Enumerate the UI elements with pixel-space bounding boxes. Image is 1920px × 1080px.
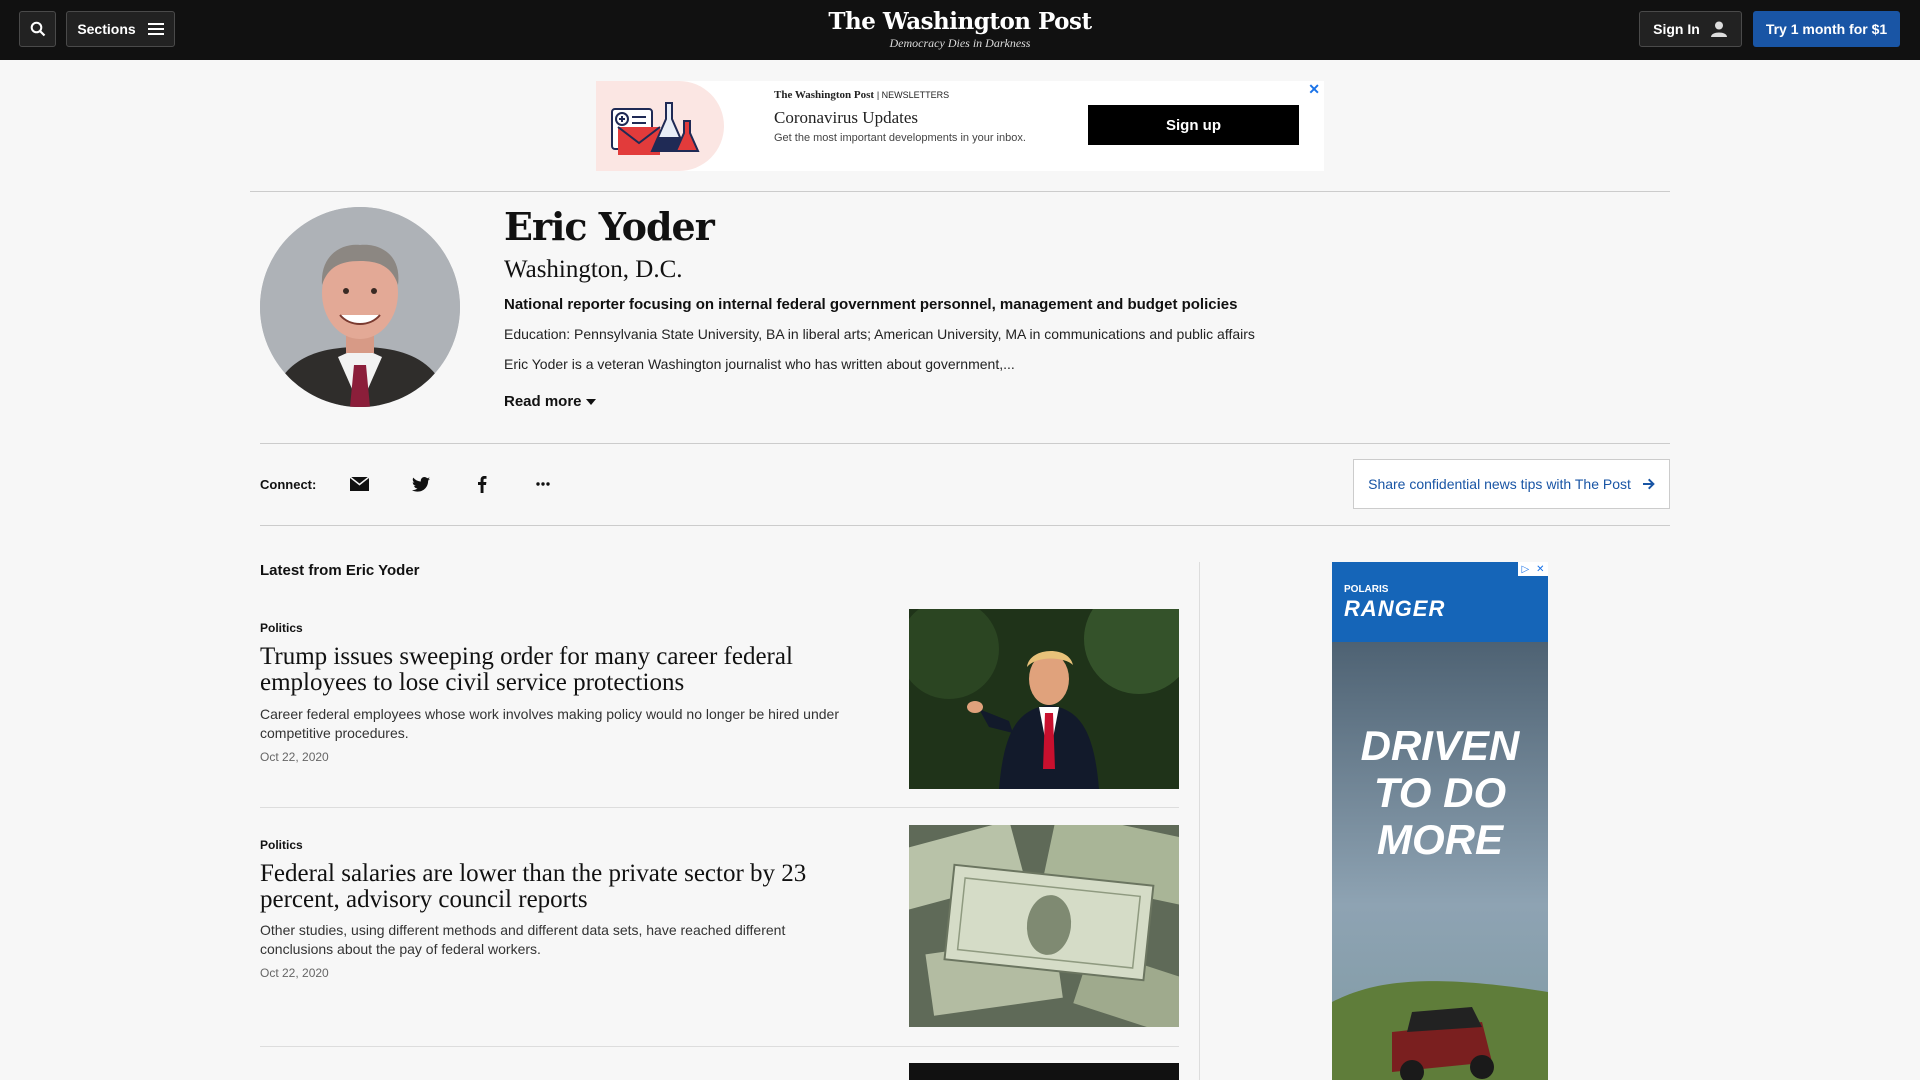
divider: [260, 807, 1179, 808]
search-icon: [30, 21, 45, 37]
article-kicker[interactable]: Politics: [260, 621, 303, 635]
hamburger-menu-icon: [147, 23, 164, 35]
article-date: Oct 22, 2020: [260, 750, 329, 764]
ellipsis-icon: [536, 482, 550, 486]
site-logo[interactable]: The Washington Post: [810, 8, 1110, 36]
newsletter-ad-banner[interactable]: The Washington Post | NEWSLETTERS Corona…: [596, 81, 1324, 171]
author-bio: Eric Yoder is a veteran Washington journ…: [504, 356, 1015, 372]
article-kicker[interactable]: Politics: [260, 838, 303, 852]
newsletter-illustration: [596, 81, 724, 171]
article-blurb: Other studies, using different methods a…: [260, 922, 786, 957]
twitter-share-button[interactable]: [410, 473, 432, 495]
article-card[interactable]: Politics Federal salaries are lower than…: [260, 825, 1179, 1035]
ad-copy: DRIVEN TO DO MORE: [1360, 722, 1520, 863]
ad-brand: POLARIS: [1344, 584, 1389, 595]
article-date: Oct 22, 2020: [260, 966, 329, 980]
author-role: National reporter focusing on internal f…: [504, 296, 1238, 313]
newsletter-sign-up-button[interactable]: Sign up: [1088, 105, 1299, 145]
divider: [260, 443, 1670, 444]
site-tagline: Democracy Dies in Darkness: [889, 36, 1031, 50]
newsletter-brand: The Washington Post | NEWSLETTERS: [774, 89, 950, 101]
adchoices-triangle-icon: ▷: [1521, 563, 1530, 575]
article-thumbnail[interactable]: [909, 1063, 1179, 1080]
author-avatar: [260, 207, 460, 407]
connect-label: Connect:: [260, 477, 317, 492]
author-education: Education: Pennsylvania State University…: [504, 326, 1255, 342]
author-location: Washington, D.C.: [504, 256, 683, 283]
ad-product-name: RANGER: [1344, 596, 1446, 621]
adchoices-icon[interactable]: ▷ ✕: [1518, 562, 1548, 576]
latest-heading: Latest from Eric Yoder: [260, 562, 420, 579]
envelope-icon: [349, 477, 369, 491]
article-card[interactable]: [260, 1063, 1179, 1080]
sections-button[interactable]: Sections: [66, 11, 175, 47]
article-headline[interactable]: Trump issues sweeping order for many car…: [260, 644, 850, 696]
more-options-button[interactable]: [532, 473, 554, 495]
user-icon: [1710, 21, 1727, 37]
top-nav-bar: Sections The Washington Post Democracy D…: [0, 0, 1920, 60]
share-tips-label: Share confidential news tips with The Po…: [1368, 476, 1631, 492]
ad-close-icon[interactable]: ✕: [1308, 81, 1320, 98]
divider: [260, 1046, 1179, 1047]
column-divider: [1199, 562, 1200, 1080]
newsletter-title: Coronavirus Updates: [774, 108, 919, 127]
side-advertisement[interactable]: POLARIS RANGER DRIVEN TO DO MORE ▷ ✕: [1332, 562, 1548, 1080]
newsletter-subtitle: Get the most important developments in y…: [774, 132, 1026, 144]
read-more-label: Read more: [504, 393, 582, 410]
ad-close-icon[interactable]: ✕: [1536, 564, 1544, 575]
article-thumbnail[interactable]: [909, 825, 1179, 1027]
article-headline[interactable]: Federal salaries are lower than the priv…: [260, 861, 850, 913]
sign-in-label: Sign In: [1653, 21, 1700, 37]
share-tips-button[interactable]: Share confidential news tips with The Po…: [1353, 459, 1670, 509]
email-share-button[interactable]: [348, 473, 370, 495]
search-button[interactable]: [19, 11, 56, 47]
sign-in-button[interactable]: Sign In: [1639, 11, 1742, 47]
subscribe-button[interactable]: Try 1 month for $1: [1753, 11, 1900, 47]
masthead-logo[interactable]: The Washington Post Democracy Dies in Da…: [810, 8, 1110, 50]
divider: [260, 525, 1670, 526]
caret-down-icon: [585, 398, 596, 405]
facebook-share-button[interactable]: [471, 473, 493, 495]
article-blurb: Career federal employees whose work invo…: [260, 706, 839, 741]
twitter-icon: [412, 476, 430, 492]
facebook-icon: [478, 476, 487, 493]
divider: [250, 191, 1670, 192]
article-card[interactable]: Politics Trump issues sweeping order for…: [260, 609, 1179, 809]
arrow-right-icon: [1642, 478, 1655, 490]
article-thumbnail[interactable]: [909, 609, 1179, 789]
sections-label: Sections: [77, 21, 136, 37]
read-more-button[interactable]: Read more: [504, 393, 596, 410]
author-name: Eric Yoder: [504, 204, 715, 249]
